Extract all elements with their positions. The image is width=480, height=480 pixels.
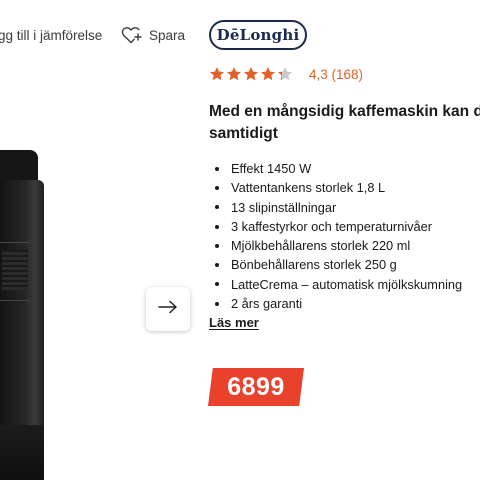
- add-to-compare-link[interactable]: gg till i jämförelse: [0, 28, 102, 43]
- feature-item: 3 kaffestyrkor och temperaturnivåer: [209, 217, 462, 236]
- feature-item: Bönbehållarens storlek 250 g: [209, 255, 462, 274]
- feature-text: LatteCrema – automatisk mjölkskumning: [231, 276, 463, 292]
- star-icon: [210, 67, 224, 81]
- bullet-icon: [215, 263, 219, 268]
- feature-item: Mjölkbehållarens storlek 220 ml: [209, 236, 462, 255]
- machine-body: [0, 180, 44, 430]
- feature-text: Effekt 1450 W: [231, 161, 312, 176]
- feature-item: 2 års garanti: [209, 294, 462, 313]
- rating-text: 4,3 (168): [309, 66, 364, 82]
- price-badge: 6899: [208, 368, 304, 406]
- add-to-compare-label: gg till i jämförelse: [0, 28, 103, 43]
- bullet-icon: [215, 282, 219, 287]
- brand-logo-text: DēLonghi: [216, 26, 300, 44]
- feature-text: 13 slipinställningar: [231, 199, 337, 215]
- product-image: [0, 150, 46, 480]
- headline-line-1: Med en mångsidig kaffemaskin kan d: [209, 103, 480, 120]
- bullet-icon: [215, 243, 219, 248]
- star-icon: [227, 67, 241, 81]
- feature-list: Effekt 1450 W Vattentankens storlek 1,8 L…: [209, 159, 462, 313]
- brand-logo[interactable]: DēLonghi: [209, 20, 307, 50]
- bullet-icon: [215, 205, 219, 210]
- bullet-icon: [215, 301, 219, 306]
- machine-seam: [0, 242, 30, 243]
- rating-stars: [209, 66, 293, 82]
- feature-text: Vattentankens storlek 1,8 L: [231, 180, 386, 196]
- feature-text: Mjölkbehållarens storlek 220 ml: [231, 238, 411, 254]
- headline-line-2: samtidigt: [209, 125, 278, 142]
- heart-plus-icon: [121, 25, 143, 45]
- machine-grille: [2, 250, 28, 290]
- star-icon: [278, 67, 292, 81]
- bullet-icon: [215, 166, 219, 171]
- feature-text: 2 års garanti: [231, 296, 303, 312]
- next-image-button[interactable]: [146, 287, 190, 331]
- save-label: Spara: [149, 27, 186, 43]
- bullet-icon: [215, 224, 219, 229]
- bullet-icon: [215, 185, 219, 190]
- arrow-right-icon: [158, 300, 178, 319]
- feature-item: LatteCrema – automatisk mjölkskumning: [209, 275, 462, 294]
- machine-base: [0, 425, 44, 480]
- star-icon: [261, 67, 275, 81]
- read-more-link[interactable]: Läs mer: [209, 315, 259, 330]
- price-value: 6899: [227, 372, 285, 401]
- feature-item: Vattentankens storlek 1,8 L: [209, 178, 462, 197]
- feature-item: 13 slipinställningar: [209, 198, 462, 217]
- feature-item: Effekt 1450 W: [209, 159, 462, 178]
- machine-seam-lower: [0, 300, 30, 301]
- save-button[interactable]: Spara: [121, 25, 185, 45]
- product-rating[interactable]: 4,3 (168): [209, 66, 363, 82]
- feature-text: 3 kaffestyrkor och temperaturnivåer: [231, 218, 433, 234]
- star-icon: [244, 67, 258, 81]
- feature-text: Bönbehållarens storlek 250 g: [231, 257, 397, 273]
- product-headline: Med en mångsidig kaffemaskin kan d samti…: [209, 101, 480, 145]
